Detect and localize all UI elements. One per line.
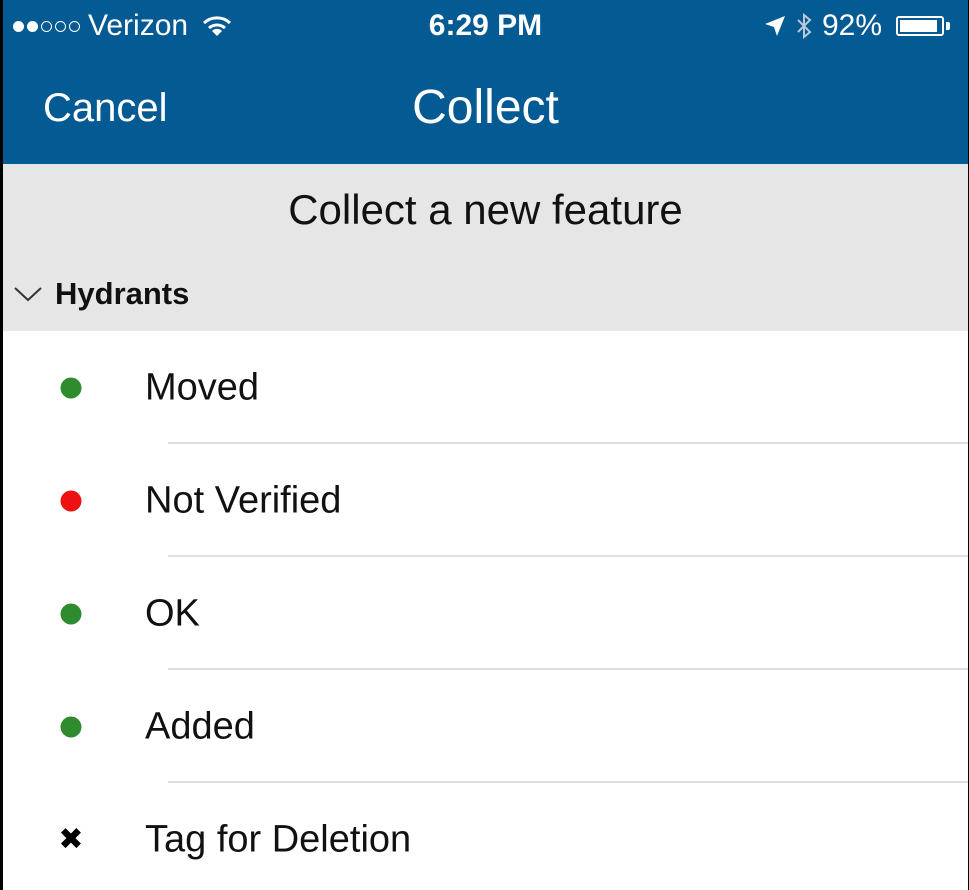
list-item[interactable]: Not Verified <box>3 444 968 557</box>
symbol-cell: ✖ <box>58 822 84 856</box>
feature-symbol-icon <box>60 603 82 624</box>
navigation-bar: Cancel Collect <box>3 56 968 164</box>
list-item-label: Not Verified <box>145 479 342 521</box>
battery-icon <box>896 16 950 36</box>
section-title: Collect a new feature <box>288 186 683 233</box>
group-label: Hydrants <box>55 276 190 311</box>
list-item[interactable]: Added <box>3 670 968 783</box>
list-item-label: Moved <box>145 366 260 408</box>
status-bar: Verizon 6:29 PM 92% <box>3 0 968 56</box>
chevron-down-icon <box>14 287 42 302</box>
status-right: 92% <box>764 9 950 43</box>
collect-header: Collect a new feature Hydrants <box>3 164 968 331</box>
page-title: Collect <box>412 81 559 134</box>
list-item[interactable]: Moved <box>3 331 968 444</box>
app-screen: Verizon 6:29 PM 92% Cancel Collect Colle… <box>3 0 968 890</box>
bluetooth-icon <box>797 13 812 39</box>
feature-symbol-icon <box>60 377 82 398</box>
group-header-hydrants[interactable]: Hydrants <box>13 276 189 312</box>
list-item-label: Added <box>145 705 255 747</box>
list-item[interactable]: ✖ Tag for Deletion <box>3 783 968 890</box>
delete-x-icon: ✖ <box>58 822 84 856</box>
list-item-label: Tag for Deletion <box>145 818 412 860</box>
symbol-cell <box>60 716 82 737</box>
location-arrow-icon <box>764 16 785 36</box>
feature-symbol-icon <box>60 716 82 737</box>
list-item[interactable]: OK <box>3 557 968 670</box>
feature-type-list: Moved Not Verified OK Added ✖ Tag for Deletio… <box>3 331 968 890</box>
list-item-label: OK <box>145 592 200 634</box>
battery-percent: 92% <box>821 9 882 42</box>
feature-symbol-icon <box>60 490 82 511</box>
symbol-cell <box>60 377 82 398</box>
symbol-cell <box>60 490 82 511</box>
symbol-cell <box>60 603 82 624</box>
